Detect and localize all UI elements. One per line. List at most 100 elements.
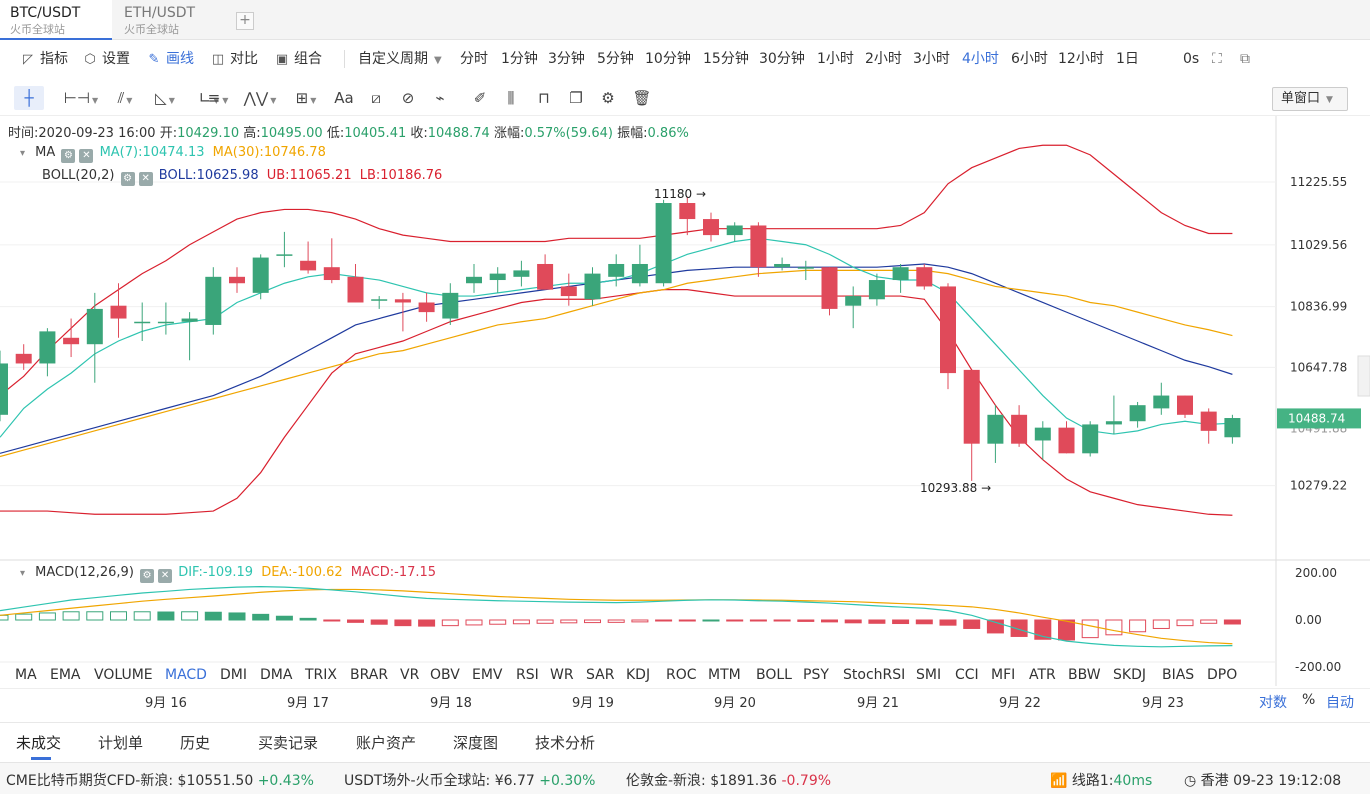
chart-area[interactable]: 11225.55 11029.56 10836.99 10647.78 10279.22…	[0, 116, 1370, 716]
tab-eth-usdt[interactable]: ETH/USDT 火币全球站	[114, 0, 224, 40]
indicator-tab-26[interactable]: BIAS	[1162, 663, 1194, 687]
indicator-tab-9[interactable]: OBV	[430, 663, 460, 687]
indicator-tab-4[interactable]: DMI	[220, 663, 247, 687]
auto-scale-button[interactable]: 自动	[1326, 692, 1354, 712]
indicator-tab-18[interactable]: PSY	[803, 663, 829, 687]
percent-scale-button[interactable]: %	[1302, 692, 1315, 708]
period-0[interactable]: 分时	[460, 40, 488, 78]
horizontal-line-icon[interactable]: ⊢⊣ ▼	[62, 86, 100, 110]
panel-tab-3[interactable]: 买卖记录	[258, 732, 318, 753]
settings-button[interactable]: ⬡ 设置	[82, 40, 130, 78]
settings-tool-icon[interactable]: ⚙	[596, 86, 620, 110]
indicator-tab-0[interactable]: MA	[15, 663, 37, 687]
indicator-tab-16[interactable]: MTM	[708, 663, 741, 687]
indicator-tab-19[interactable]: StochRSI	[843, 663, 905, 687]
trend-lines-icon[interactable]: ⫽ ▼	[106, 86, 144, 110]
gear-icon[interactable]: ⚙	[61, 149, 76, 163]
period-13[interactable]: 1日	[1116, 40, 1139, 78]
trash-icon[interactable]: 🗑	[630, 86, 654, 110]
gear-icon[interactable]: ⚙	[140, 569, 155, 583]
close-icon[interactable]: ✕	[158, 569, 173, 583]
period-6[interactable]: 30分钟	[759, 40, 805, 78]
gold-ticker[interactable]: 伦敦金-新浪: $1891.36 -0.79%	[626, 770, 831, 790]
crosshair-icon[interactable]: ┼	[14, 86, 44, 110]
period-10[interactable]: 4小时	[962, 40, 999, 78]
boll-mid-value: BOLL:10625.98	[158, 168, 259, 183]
collapse-icon[interactable]: ▾	[20, 148, 25, 159]
draw-button[interactable]: ✎ 画线	[146, 40, 194, 78]
lock-icon[interactable]: ⊓	[532, 86, 556, 110]
indicator-tab-27[interactable]: DPO	[1207, 663, 1237, 687]
brush-icon[interactable]: ⊘	[396, 86, 420, 110]
indicator-tab-11[interactable]: RSI	[516, 663, 539, 687]
indicator-tab-13[interactable]: SAR	[586, 663, 614, 687]
indicator-tab-2[interactable]: VOLUME	[94, 663, 153, 687]
indicator-tab-23[interactable]: ATR	[1029, 663, 1056, 687]
connection-status[interactable]: 📶 线路1:40ms	[1050, 770, 1152, 790]
fibonacci-icon[interactable]: ⧄	[364, 86, 388, 110]
gear-icon[interactable]: ⚙	[120, 172, 135, 186]
period-1[interactable]: 1分钟	[501, 40, 538, 78]
close-icon[interactable]: ✕	[138, 172, 153, 186]
indicator-tab-3[interactable]: MACD	[165, 663, 207, 687]
period-3[interactable]: 5分钟	[597, 40, 634, 78]
indicator-tab-22[interactable]: MFI	[991, 663, 1015, 687]
fullscreen-icon[interactable]: ⛶	[1212, 40, 1222, 78]
angle-icon[interactable]: ◺ ▼	[150, 86, 180, 110]
indicator-tab-20[interactable]: SMI	[916, 663, 941, 687]
indicator-tab-7[interactable]: BRAR	[350, 663, 388, 687]
indicators-button[interactable]: ◸ 指标	[20, 40, 68, 78]
macd-bar	[157, 611, 175, 621]
panel-tab-4[interactable]: 账户资产	[356, 732, 416, 753]
period-4[interactable]: 10分钟	[645, 40, 691, 78]
indicator-tab-1[interactable]: EMA	[50, 663, 81, 687]
chart-canvas[interactable]: 11225.55 11029.56 10836.99 10647.78 10279.22…	[0, 116, 1370, 716]
collapse-icon[interactable]: ▾	[20, 568, 25, 579]
copy-icon[interactable]: ❐	[564, 86, 588, 110]
close-icon[interactable]: ✕	[79, 149, 94, 163]
pen-icon[interactable]: ✐	[468, 86, 492, 110]
indicator-tab-12[interactable]: WR	[550, 663, 574, 687]
parallel-lines-icon[interactable]: ≡ ▼	[198, 86, 238, 110]
indicator-tab-25[interactable]: SKDJ	[1113, 663, 1146, 687]
wave-icon[interactable]: ⋀⋁ ▼	[240, 86, 280, 110]
popout-icon[interactable]: ⧉	[1240, 40, 1250, 78]
add-tab-button[interactable]: +	[236, 12, 254, 30]
period-2[interactable]: 3分钟	[548, 40, 585, 78]
panel-tab-0[interactable]: 未成交	[16, 732, 61, 753]
log-scale-button[interactable]: 对数	[1259, 692, 1287, 712]
indicator-tab-21[interactable]: CCI	[955, 663, 979, 687]
combine-button[interactable]: ▣ 组合	[274, 40, 322, 78]
indicator-tab-6[interactable]: TRIX	[305, 663, 337, 687]
period-11[interactable]: 6小时	[1011, 40, 1048, 78]
panel-tab-6[interactable]: 技术分析	[535, 732, 595, 753]
candle-body	[134, 321, 151, 324]
period-8[interactable]: 2小时	[865, 40, 902, 78]
candle-body	[205, 276, 222, 325]
indicator-tab-17[interactable]: BOLL	[756, 663, 792, 687]
indicator-tab-8[interactable]: VR	[400, 663, 419, 687]
custom-period-dropdown[interactable]: 自定义周期 ▼	[358, 40, 442, 78]
indicator-tab-24[interactable]: BBW	[1068, 663, 1101, 687]
period-9[interactable]: 3小时	[913, 40, 950, 78]
cme-ticker[interactable]: CME比特币期货CFD-新浪: $10551.50 +0.43%	[6, 770, 314, 790]
panel-tab-5[interactable]: 深度图	[453, 732, 498, 753]
period-7[interactable]: 1小时	[817, 40, 854, 78]
indicator-tab-10[interactable]: EMV	[472, 663, 503, 687]
indicator-tab-14[interactable]: KDJ	[626, 663, 650, 687]
indicator-tab-5[interactable]: DMA	[260, 663, 292, 687]
compare-button[interactable]: ◫ 对比	[210, 40, 258, 78]
macd-bar	[512, 619, 530, 625]
usdt-ticker[interactable]: USDT场外-火币全球站: ¥6.77 +0.30%	[344, 770, 595, 790]
period-5[interactable]: 15分钟	[703, 40, 749, 78]
text-icon[interactable]: Aa	[332, 86, 356, 110]
measure-icon[interactable]: ⌁	[428, 86, 452, 110]
indicator-tab-15[interactable]: ROC	[666, 663, 697, 687]
panel-tab-2[interactable]: 历史	[180, 732, 210, 753]
combine-icon: ▣	[275, 52, 289, 67]
panel-tab-1[interactable]: 计划单	[98, 732, 143, 753]
candle-pattern-icon[interactable]: ⫼	[498, 86, 524, 110]
tab-btc-usdt[interactable]: BTC/USDT 火币全球站	[0, 0, 112, 40]
grid-icon[interactable]: ⊞ ▼	[288, 86, 324, 110]
period-12[interactable]: 12小时	[1058, 40, 1104, 78]
